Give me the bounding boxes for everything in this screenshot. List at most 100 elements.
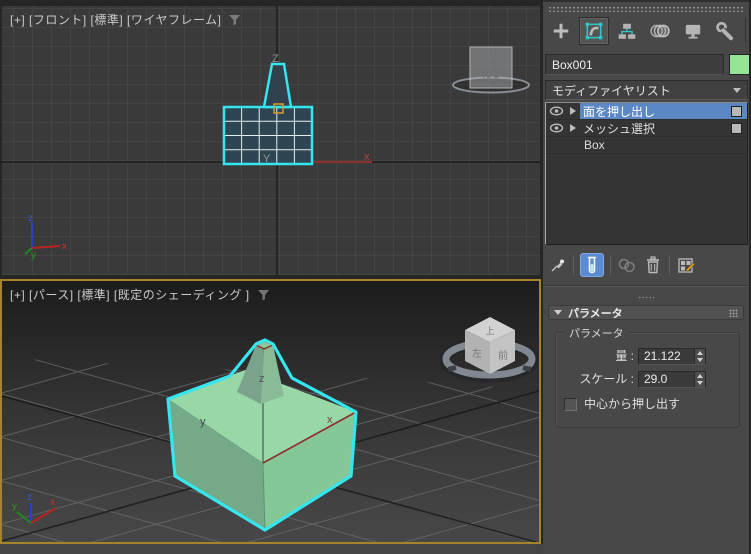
front-scene-x-label: x <box>364 151 370 163</box>
panel-drag-handle[interactable] <box>548 6 744 13</box>
filter-funnel-icon[interactable] <box>228 14 241 26</box>
parameters-rollout-header[interactable]: パラメータ <box>548 305 744 320</box>
modifier-label[interactable]: メッシュ選択 <box>583 120 655 137</box>
tab-display[interactable] <box>678 17 708 45</box>
stack-toolbar <box>547 251 696 279</box>
utilities-wrench-icon <box>716 21 736 41</box>
toolbar-divider <box>573 255 574 275</box>
svg-text:x: x <box>50 497 55 508</box>
expand-arrow-icon[interactable] <box>566 107 580 115</box>
modifier-list-dropdown[interactable]: モディファイヤリスト <box>545 80 748 100</box>
modifier-label[interactable]: 面を押し出し <box>583 103 655 120</box>
modifier-stack: 面を押し出し メッシュ選択 Box <box>545 102 748 245</box>
scale-label: スケール : <box>558 371 634 388</box>
front-viewport-label[interactable]: [+] [フロント] [標準] [ワイヤフレーム] <box>10 11 241 28</box>
extrude-from-center-label: 中心から押し出す <box>584 397 680 412</box>
parameters-group-box: パラメータ 量 : 21.122 スケール : 29.0 <box>555 332 740 428</box>
front-viewport-scene[interactable]: Z Y x z x <box>2 6 540 275</box>
object-name-input[interactable] <box>545 54 724 75</box>
modifier-toggle-square[interactable] <box>731 123 742 134</box>
configure-modifier-sets-button[interactable] <box>676 254 696 276</box>
svg-text:x: x <box>62 241 67 252</box>
test-tube-icon <box>585 256 599 274</box>
stack-row-face-extrude[interactable]: 面を押し出し <box>546 103 747 120</box>
rollout-grip-icon <box>729 309 738 317</box>
create-plus-icon <box>551 21 571 41</box>
stack-row-box[interactable]: Box <box>546 137 747 154</box>
svg-text:y: y <box>12 501 17 512</box>
pin-icon <box>549 257 566 274</box>
object-color-swatch[interactable] <box>729 54 750 75</box>
viewcube-left-label[interactable]: 左 <box>472 347 482 360</box>
motion-icon <box>650 21 670 41</box>
persp-scene-x-label: x <box>327 414 333 426</box>
svg-text:z: z <box>28 213 33 224</box>
trash-icon <box>645 256 661 274</box>
remove-modifier-button[interactable] <box>643 254 663 276</box>
viewcube-front-label[interactable]: 前 <box>498 349 508 362</box>
svg-text:z: z <box>27 492 32 503</box>
viewcube-top-label[interactable]: 上 <box>485 326 494 336</box>
tab-utilities[interactable] <box>711 17 741 45</box>
amount-label: 量 : <box>558 348 634 365</box>
extruded-face-wireframe[interactable] <box>264 64 291 107</box>
scale-value[interactable]: 29.0 <box>644 372 667 386</box>
visibility-eye-icon[interactable] <box>546 123 566 133</box>
display-icon <box>683 21 703 41</box>
configure-sets-icon <box>677 256 695 274</box>
scale-spinner[interactable] <box>694 372 705 387</box>
object-name-row <box>545 54 748 75</box>
tab-modify[interactable] <box>579 17 609 45</box>
amount-value[interactable]: 21.122 <box>644 349 681 363</box>
front-axis-tripod: z x y <box>25 213 67 261</box>
amount-spinner[interactable] <box>694 349 705 364</box>
front-viewport-label-text[interactable]: [+] [フロント] [標準] [ワイヤフレーム] <box>10 11 221 28</box>
wireframe-box[interactable] <box>224 64 312 164</box>
amount-field[interactable]: 21.122 <box>638 348 706 365</box>
persp-viewcube[interactable]: 上 左 前 <box>445 317 533 377</box>
tab-hierarchy[interactable] <box>612 17 642 45</box>
filter-funnel-icon[interactable] <box>257 289 270 301</box>
perspective-viewport[interactable]: [+] [パース] [標準] [既定のシェーディング ] <box>0 279 541 544</box>
front-viewcube-face-label[interactable]: 前 <box>481 58 501 81</box>
visibility-eye-icon[interactable] <box>546 106 566 116</box>
toolbar-divider <box>669 255 670 275</box>
hierarchy-icon <box>617 21 637 41</box>
panel-separator <box>543 285 749 287</box>
perspective-viewport-label[interactable]: [+] [パース] [標準] [既定のシェーディング ] <box>10 286 270 303</box>
pin-stack-button[interactable] <box>547 254 567 276</box>
spinner-up-icon[interactable] <box>697 374 703 378</box>
rollout-collapse-arrow-icon <box>554 310 562 315</box>
main-window: [+] [フロント] [標準] [ワイヤフレーム] Z <box>0 0 751 554</box>
expand-arrow-icon[interactable] <box>566 124 580 132</box>
show-end-result-button[interactable] <box>580 253 604 277</box>
amount-row: 量 : 21.122 <box>556 348 739 365</box>
rollout-title: パラメータ <box>568 305 623 321</box>
modifier-toggle-square[interactable] <box>731 106 742 117</box>
make-unique-icon <box>617 256 637 274</box>
persp-scene-z-label: z <box>259 373 265 385</box>
spinner-down-icon[interactable] <box>697 381 703 385</box>
command-panel: モディファイヤリスト 面を押し出し <box>543 0 749 554</box>
spinner-down-icon[interactable] <box>697 358 703 362</box>
stack-row-mesh-select[interactable]: メッシュ選択 <box>546 120 747 137</box>
make-unique-button[interactable] <box>617 254 637 276</box>
scale-field[interactable]: 29.0 <box>638 371 706 388</box>
extrude-center-row: 中心から押し出す <box>556 397 739 414</box>
tab-create[interactable] <box>546 17 576 45</box>
extrude-from-center-checkbox[interactable] <box>564 398 577 411</box>
perspective-viewport-scene[interactable]: z y x z x y 上 <box>2 281 539 542</box>
rollout-scroll-handle[interactable] <box>638 296 654 300</box>
front-viewport[interactable]: [+] [フロント] [標準] [ワイヤフレーム] Z <box>2 6 540 275</box>
tab-motion[interactable] <box>645 17 675 45</box>
spinner-up-icon[interactable] <box>697 351 703 355</box>
dropdown-caret-icon <box>733 88 741 93</box>
persp-scene-y-label: y <box>200 416 206 428</box>
modifier-list-label: モディファイヤリスト <box>552 82 671 99</box>
base-object-label[interactable]: Box <box>584 138 605 152</box>
front-viewcube[interactable]: 前 <box>453 47 529 93</box>
scale-row: スケール : 29.0 <box>556 371 739 388</box>
window-bottom-strip <box>0 544 543 554</box>
perspective-viewport-label-text[interactable]: [+] [パース] [標準] [既定のシェーディング ] <box>10 286 250 303</box>
svg-text:y: y <box>31 250 36 261</box>
